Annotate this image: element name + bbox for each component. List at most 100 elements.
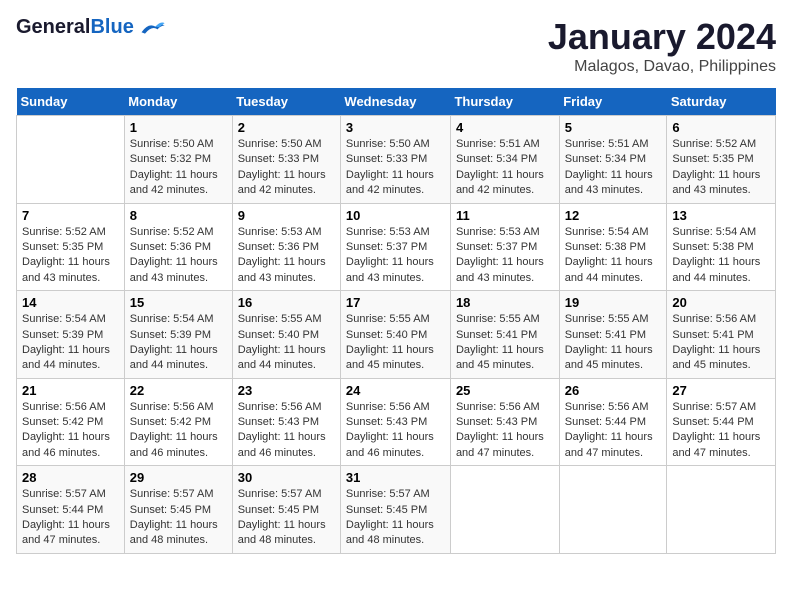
day-info: Sunrise: 5:51 AM Sunset: 5:34 PM Dayligh… [565,137,662,199]
day-number: 15 [130,295,227,310]
calendar-day-cell [667,466,776,554]
day-info: Sunrise: 5:54 AM Sunset: 5:39 PM Dayligh… [22,312,119,374]
calendar-week-row: 7Sunrise: 5:52 AM Sunset: 5:35 PM Daylig… [17,203,776,291]
day-of-week-header: Sunday [17,88,125,116]
day-info: Sunrise: 5:55 AM Sunset: 5:40 PM Dayligh… [238,312,335,374]
calendar-day-cell: 2 Sunrise: 5:50 AM Sunset: 5:33 PM Daylig… [232,116,340,204]
calendar-day-cell: 16Sunrise: 5:55 AM Sunset: 5:40 PM Dayli… [232,291,340,379]
day-number: 22 [130,383,227,398]
calendar-day-cell: 6 Sunrise: 5:52 AM Sunset: 5:35 PM Daylig… [667,116,776,204]
calendar-day-cell: 25 Sunrise: 5:56 AM Sunset: 5:43 PM Dayli… [450,378,559,466]
calendar-day-cell: 21 Sunrise: 5:56 AM Sunset: 5:42 PM Dayli… [17,378,125,466]
day-number: 28 [22,470,119,485]
calendar-day-cell: 18Sunrise: 5:55 AM Sunset: 5:41 PM Dayli… [450,291,559,379]
day-of-week-header: Thursday [450,88,559,116]
page-header: GeneralBlue January 2024 Malagos, Davao,… [16,16,776,76]
day-info: Sunrise: 5:50 AM Sunset: 5:32 PM Dayligh… [130,137,227,199]
day-number: 23 [238,383,335,398]
calendar-day-cell: 9Sunrise: 5:53 AM Sunset: 5:36 PM Daylig… [232,203,340,291]
day-of-week-header: Saturday [667,88,776,116]
day-number: 5 [565,120,662,135]
calendar-title: January 2024 [548,16,776,58]
day-info: Sunrise: 5:56 AM Sunset: 5:43 PM Dayligh… [346,400,445,462]
day-info: Sunrise: 5:56 AM Sunset: 5:44 PM Dayligh… [565,400,662,462]
day-number: 31 [346,470,445,485]
calendar-day-cell: 23 Sunrise: 5:56 AM Sunset: 5:43 PM Dayli… [232,378,340,466]
calendar-day-cell: 19Sunrise: 5:55 AM Sunset: 5:41 PM Dayli… [559,291,667,379]
calendar-week-row: 1 Sunrise: 5:50 AM Sunset: 5:32 PM Daylig… [17,116,776,204]
day-number: 21 [22,383,119,398]
day-info: Sunrise: 5:56 AM Sunset: 5:43 PM Dayligh… [238,400,335,462]
day-number: 13 [672,208,770,223]
calendar-day-cell [17,116,125,204]
calendar-header-row: SundayMondayTuesdayWednesdayThursdayFrid… [17,88,776,116]
calendar-week-row: 28 Sunrise: 5:57 AM Sunset: 5:44 PM Dayli… [17,466,776,554]
day-number: 10 [346,208,445,223]
calendar-day-cell: 1 Sunrise: 5:50 AM Sunset: 5:32 PM Daylig… [124,116,232,204]
day-info: Sunrise: 5:56 AM Sunset: 5:43 PM Dayligh… [456,400,554,462]
calendar-day-cell: 30 Sunrise: 5:57 AM Sunset: 5:45 PM Dayli… [232,466,340,554]
calendar-day-cell: 14 Sunrise: 5:54 AM Sunset: 5:39 PM Dayli… [17,291,125,379]
calendar-day-cell: 8Sunrise: 5:52 AM Sunset: 5:36 PM Daylig… [124,203,232,291]
day-info: Sunrise: 5:56 AM Sunset: 5:42 PM Dayligh… [130,400,227,462]
logo-bird-icon [138,18,166,38]
day-number: 4 [456,120,554,135]
day-number: 29 [130,470,227,485]
day-info: Sunrise: 5:57 AM Sunset: 5:45 PM Dayligh… [238,487,335,549]
day-info: Sunrise: 5:57 AM Sunset: 5:44 PM Dayligh… [672,400,770,462]
day-info: Sunrise: 5:54 AM Sunset: 5:38 PM Dayligh… [565,225,662,287]
calendar-day-cell: 7Sunrise: 5:52 AM Sunset: 5:35 PM Daylig… [17,203,125,291]
day-info: Sunrise: 5:52 AM Sunset: 5:35 PM Dayligh… [22,225,119,287]
day-number: 1 [130,120,227,135]
day-number: 18 [456,295,554,310]
day-info: Sunrise: 5:56 AM Sunset: 5:42 PM Dayligh… [22,400,119,462]
calendar-day-cell: 4 Sunrise: 5:51 AM Sunset: 5:34 PM Daylig… [450,116,559,204]
calendar-day-cell: 15 Sunrise: 5:54 AM Sunset: 5:39 PM Dayli… [124,291,232,379]
day-number: 27 [672,383,770,398]
day-number: 17 [346,295,445,310]
day-number: 14 [22,295,119,310]
day-info: Sunrise: 5:55 AM Sunset: 5:41 PM Dayligh… [565,312,662,374]
day-info: Sunrise: 5:53 AM Sunset: 5:37 PM Dayligh… [346,225,445,287]
calendar-day-cell [559,466,667,554]
calendar-day-cell: 12 Sunrise: 5:54 AM Sunset: 5:38 PM Dayli… [559,203,667,291]
calendar-day-cell: 24Sunrise: 5:56 AM Sunset: 5:43 PM Dayli… [340,378,450,466]
day-info: Sunrise: 5:54 AM Sunset: 5:39 PM Dayligh… [130,312,227,374]
day-info: Sunrise: 5:57 AM Sunset: 5:45 PM Dayligh… [346,487,445,549]
day-info: Sunrise: 5:52 AM Sunset: 5:36 PM Dayligh… [130,225,227,287]
calendar-day-cell [450,466,559,554]
logo: GeneralBlue [16,16,166,39]
calendar-subtitle: Malagos, Davao, Philippines [548,58,776,76]
calendar-day-cell: 26 Sunrise: 5:56 AM Sunset: 5:44 PM Dayli… [559,378,667,466]
day-info: Sunrise: 5:52 AM Sunset: 5:35 PM Dayligh… [672,137,770,199]
day-info: Sunrise: 5:50 AM Sunset: 5:33 PM Dayligh… [238,137,335,199]
day-number: 25 [456,383,554,398]
day-of-week-header: Monday [124,88,232,116]
day-number: 26 [565,383,662,398]
calendar-day-cell: 13 Sunrise: 5:54 AM Sunset: 5:38 PM Dayli… [667,203,776,291]
day-info: Sunrise: 5:54 AM Sunset: 5:38 PM Dayligh… [672,225,770,287]
day-of-week-header: Tuesday [232,88,340,116]
calendar-day-cell: 20Sunrise: 5:56 AM Sunset: 5:41 PM Dayli… [667,291,776,379]
day-info: Sunrise: 5:53 AM Sunset: 5:36 PM Dayligh… [238,225,335,287]
calendar-day-cell: 29 Sunrise: 5:57 AM Sunset: 5:45 PM Dayli… [124,466,232,554]
day-info: Sunrise: 5:56 AM Sunset: 5:41 PM Dayligh… [672,312,770,374]
day-info: Sunrise: 5:55 AM Sunset: 5:40 PM Dayligh… [346,312,445,374]
day-number: 30 [238,470,335,485]
calendar-week-row: 21 Sunrise: 5:56 AM Sunset: 5:42 PM Dayli… [17,378,776,466]
day-number: 3 [346,120,445,135]
day-info: Sunrise: 5:57 AM Sunset: 5:44 PM Dayligh… [22,487,119,549]
calendar-week-row: 14 Sunrise: 5:54 AM Sunset: 5:39 PM Dayli… [17,291,776,379]
title-area: January 2024 Malagos, Davao, Philippines [548,16,776,76]
calendar-table: SundayMondayTuesdayWednesdayThursdayFrid… [16,88,776,554]
day-number: 2 [238,120,335,135]
day-of-week-header: Friday [559,88,667,116]
day-info: Sunrise: 5:53 AM Sunset: 5:37 PM Dayligh… [456,225,554,287]
day-number: 12 [565,208,662,223]
day-info: Sunrise: 5:51 AM Sunset: 5:34 PM Dayligh… [456,137,554,199]
day-number: 6 [672,120,770,135]
calendar-day-cell: 22 Sunrise: 5:56 AM Sunset: 5:42 PM Dayli… [124,378,232,466]
calendar-day-cell: 11Sunrise: 5:53 AM Sunset: 5:37 PM Dayli… [450,203,559,291]
calendar-day-cell: 5 Sunrise: 5:51 AM Sunset: 5:34 PM Daylig… [559,116,667,204]
day-info: Sunrise: 5:57 AM Sunset: 5:45 PM Dayligh… [130,487,227,549]
